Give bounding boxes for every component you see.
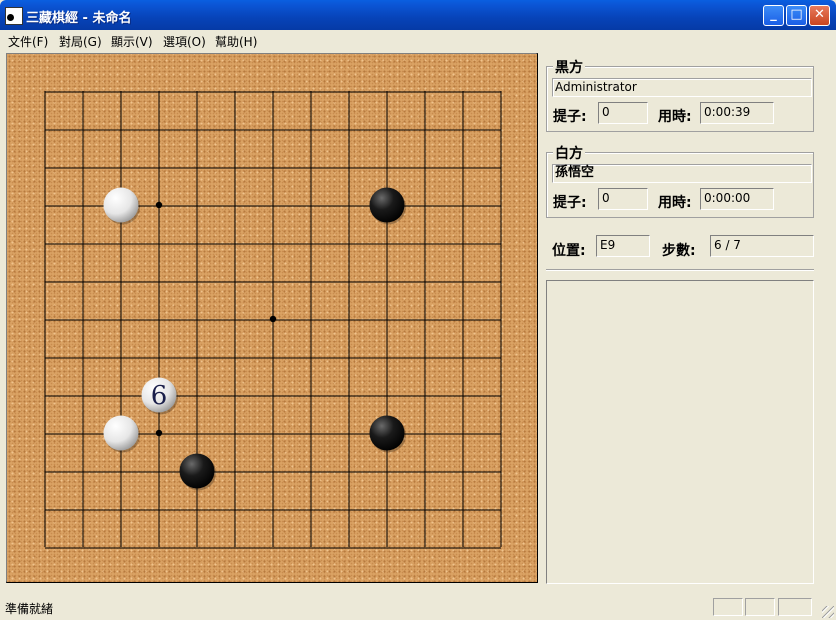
status-pane-3: [778, 598, 812, 616]
comment-area[interactable]: [546, 280, 814, 584]
white-stone[interactable]: [103, 415, 141, 453]
black-player-name: Administrator: [552, 78, 812, 97]
window-title: 三藏棋經 - 未命名: [26, 11, 132, 26]
menu-file[interactable]: 文件(F): [8, 33, 48, 50]
resize-grip[interactable]: [822, 606, 834, 618]
menu-game[interactable]: 對局(G): [59, 33, 102, 50]
black-captures-field: 0: [598, 102, 648, 124]
black-stone[interactable]: [369, 187, 407, 225]
title-bar: 三藏棋經 - 未命名 _ □ ✕: [0, 0, 836, 30]
white-time-label: 用時:: [658, 195, 692, 211]
white-captures-label: 提子:: [553, 195, 587, 211]
position-field: E9: [596, 235, 650, 257]
black-stone[interactable]: [179, 453, 217, 491]
white-stone[interactable]: [103, 187, 141, 225]
white-player-name: 孫悟空: [552, 164, 812, 183]
star-point: [269, 315, 277, 323]
black-time-field: 0:00:39: [700, 102, 774, 124]
go-board-frame: 6: [6, 53, 538, 583]
black-time-label: 用時:: [658, 109, 692, 125]
close-button[interactable]: ✕: [809, 5, 830, 26]
minimize-button[interactable]: _: [763, 5, 784, 26]
board-grid[interactable]: 6: [7, 54, 537, 582]
white-captures-field: 0: [598, 188, 648, 210]
white-stone[interactable]: 6: [141, 377, 179, 415]
menu-bar: 文件(F) 對局(G) 顯示(V) 選項(O) 幫助(H): [0, 30, 836, 50]
star-point: [155, 201, 163, 209]
menu-options[interactable]: 選項(O): [163, 33, 206, 50]
status-text: 準備就緒: [5, 602, 54, 616]
status-pane-2: [745, 598, 775, 616]
maximize-button[interactable]: □: [786, 5, 807, 26]
star-point: [155, 429, 163, 437]
separator: [546, 269, 814, 271]
white-time-field: 0:00:00: [700, 188, 774, 210]
black-group-title: 黒方: [553, 57, 585, 77]
move-number-label: 6: [151, 381, 168, 411]
moves-field: 6 / 7: [710, 235, 814, 257]
status-pane-1: [713, 598, 743, 616]
black-captures-label: 提子:: [553, 109, 587, 125]
menu-view[interactable]: 顯示(V): [111, 33, 153, 50]
black-stone[interactable]: [369, 415, 407, 453]
go-board[interactable]: 6: [7, 54, 537, 582]
app-icon[interactable]: [5, 7, 23, 25]
status-bar: 準備就緒: [0, 596, 836, 620]
menu-help[interactable]: 幫助(H): [215, 33, 257, 50]
moves-label: 步數:: [662, 243, 696, 259]
position-label: 位置:: [552, 243, 586, 259]
white-group-title: 白方: [553, 143, 585, 163]
